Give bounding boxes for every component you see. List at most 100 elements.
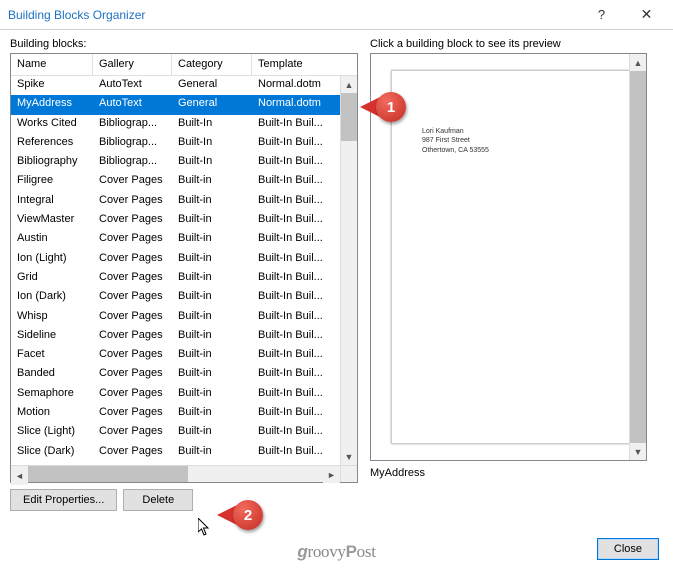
table-row[interactable]: Ion (Light)Cover PagesBuilt-inBuilt-In B… <box>11 250 357 269</box>
cell-category: Built-in <box>172 172 252 191</box>
scroll-right-icon[interactable]: ► <box>323 466 340 483</box>
cell-name: Ion (Light) <box>11 250 93 269</box>
cell-gallery: Cover Pages <box>93 308 172 327</box>
delete-button[interactable]: Delete <box>123 489 193 511</box>
cell-category: Built-in <box>172 269 252 288</box>
table-header: Name Gallery Category Template <box>11 54 357 76</box>
cell-gallery: AutoText <box>93 95 172 114</box>
cell-name: ViewMaster <box>11 211 93 230</box>
preview-scroll-down-icon[interactable]: ▼ <box>630 443 646 460</box>
col-category[interactable]: Category <box>172 54 252 75</box>
cell-name: Grid <box>11 269 93 288</box>
scroll-left-icon[interactable]: ◄ <box>11 468 28 485</box>
cell-category: Built-in <box>172 192 252 211</box>
cell-gallery: Bibliograp... <box>93 115 172 134</box>
col-name[interactable]: Name <box>11 54 93 75</box>
cell-category: Built-in <box>172 211 252 230</box>
cell-category: Built-in <box>172 250 252 269</box>
table-row[interactable]: ReferencesBibliograp...Built-InBuilt-In … <box>11 134 357 153</box>
cell-category: Built-in <box>172 308 252 327</box>
building-blocks-table: Name Gallery Category Template SpikeAuto… <box>10 53 358 483</box>
cell-gallery: AutoText <box>93 76 172 95</box>
scroll-down-icon[interactable]: ▼ <box>341 448 357 465</box>
cell-gallery: Cover Pages <box>93 211 172 230</box>
cell-name: Whisp <box>11 308 93 327</box>
table-row[interactable]: AustinCover PagesBuilt-inBuilt-In Buil..… <box>11 230 357 249</box>
table-row[interactable]: MotionCover PagesBuilt-inBuilt-In Buil..… <box>11 404 357 423</box>
preview-scroll-up-icon[interactable]: ▲ <box>630 54 646 71</box>
cell-category: Built-in <box>172 346 252 365</box>
cell-name: Slice (Dark) <box>11 443 93 462</box>
cell-category: Built-in <box>172 404 252 423</box>
cell-name: Motion <box>11 404 93 423</box>
table-row[interactable]: GridCover PagesBuilt-inBuilt-In Buil... <box>11 269 357 288</box>
cell-category: Built-In <box>172 115 252 134</box>
cell-name: Works Cited <box>11 115 93 134</box>
table-row[interactable]: FiligreeCover PagesBuilt-inBuilt-In Buil… <box>11 172 357 191</box>
hscroll-thumb[interactable] <box>28 466 188 482</box>
table-row[interactable]: BibliographyBibliograp...Built-InBuilt-I… <box>11 153 357 172</box>
table-row[interactable]: Ion (Dark)Cover PagesBuilt-inBuilt-In Bu… <box>11 288 357 307</box>
help-button[interactable]: ? <box>579 1 624 29</box>
cell-gallery: Cover Pages <box>93 385 172 404</box>
preview-scrollbar[interactable]: ▲ ▼ <box>629 54 646 460</box>
cell-category: General <box>172 95 252 114</box>
preview-hint: Click a building block to see its previe… <box>370 38 663 50</box>
cell-category: Built-in <box>172 230 252 249</box>
edit-properties-button[interactable]: Edit Properties... <box>10 489 117 511</box>
col-gallery[interactable]: Gallery <box>93 54 172 75</box>
preview-line: Lori Kaufman <box>422 127 489 136</box>
cell-name: Ion (Dark) <box>11 288 93 307</box>
table-row[interactable]: SemaphoreCover PagesBuilt-inBuilt-In Bui… <box>11 385 357 404</box>
cell-name: Banded <box>11 365 93 384</box>
cell-category: Built-In <box>172 134 252 153</box>
cell-name: References <box>11 134 93 153</box>
cell-name: Semaphore <box>11 385 93 404</box>
scroll-corner <box>340 465 357 482</box>
table-row[interactable]: Slice (Dark)Cover PagesBuilt-inBuilt-In … <box>11 443 357 462</box>
cell-gallery: Bibliograp... <box>93 153 172 172</box>
table-row[interactable]: SpikeAutoTextGeneralNormal.dotm <box>11 76 357 95</box>
cell-gallery: Cover Pages <box>93 443 172 462</box>
horizontal-scrollbar[interactable]: ◄ ► <box>11 465 340 482</box>
cell-name: Integral <box>11 192 93 211</box>
cell-gallery: Cover Pages <box>93 346 172 365</box>
cell-category: Built-in <box>172 327 252 346</box>
preview-line: Othertown, CA 53555 <box>422 146 489 155</box>
table-row[interactable]: WhispCover PagesBuilt-inBuilt-In Buil... <box>11 308 357 327</box>
cell-gallery: Cover Pages <box>93 288 172 307</box>
cell-gallery: Cover Pages <box>93 327 172 346</box>
cell-gallery: Cover Pages <box>93 404 172 423</box>
cell-name: Filigree <box>11 172 93 191</box>
cell-name: Facet <box>11 346 93 365</box>
cell-name: Slice (Light) <box>11 423 93 442</box>
vertical-scrollbar[interactable]: ▲ ▼ <box>340 76 357 465</box>
table-row[interactable]: MyAddressAutoTextGeneralNormal.dotm <box>11 95 357 114</box>
cell-gallery: Cover Pages <box>93 230 172 249</box>
preview-line: 987 First Street <box>422 136 489 145</box>
window-close-button[interactable]: ✕ <box>624 1 669 29</box>
cell-gallery: Cover Pages <box>93 269 172 288</box>
table-row[interactable]: BandedCover PagesBuilt-inBuilt-In Buil..… <box>11 365 357 384</box>
table-row[interactable]: IntegralCover PagesBuilt-inBuilt-In Buil… <box>11 192 357 211</box>
cell-gallery: Cover Pages <box>93 192 172 211</box>
col-template[interactable]: Template <box>252 54 357 75</box>
cell-category: Built-in <box>172 423 252 442</box>
building-blocks-label: Building blocks: <box>10 38 358 50</box>
preview-document: Lori Kaufman 987 First Street Othertown,… <box>391 70 630 444</box>
scroll-up-icon[interactable]: ▲ <box>341 76 357 93</box>
scroll-thumb[interactable] <box>341 93 357 141</box>
close-button[interactable]: Close <box>597 538 659 560</box>
table-row[interactable]: Works CitedBibliograp...Built-InBuilt-In… <box>11 115 357 134</box>
table-row[interactable]: FacetCover PagesBuilt-inBuilt-In Buil... <box>11 346 357 365</box>
cell-name: MyAddress <box>11 95 93 114</box>
cell-name: Bibliography <box>11 153 93 172</box>
table-row[interactable]: ViewMasterCover PagesBuilt-inBuilt-In Bu… <box>11 211 357 230</box>
table-row[interactable]: SidelineCover PagesBuilt-inBuilt-In Buil… <box>11 327 357 346</box>
preview-scroll-thumb[interactable] <box>630 71 646 443</box>
table-row[interactable]: Slice (Light)Cover PagesBuilt-inBuilt-In… <box>11 423 357 442</box>
watermark-logo: groovyPost <box>297 542 375 562</box>
cell-gallery: Cover Pages <box>93 423 172 442</box>
window-title: Building Blocks Organizer <box>8 8 579 22</box>
cell-name: Austin <box>11 230 93 249</box>
